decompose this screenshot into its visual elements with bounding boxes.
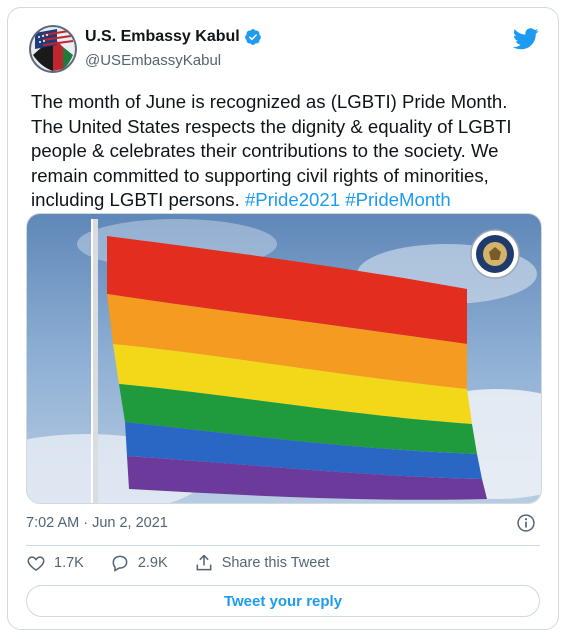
action-bar: 1.7K 2.9K Share this Tweet <box>26 553 355 573</box>
reply-icon <box>112 555 128 572</box>
tweet-image[interactable] <box>26 213 542 504</box>
tweet-card: U.S. Embassy Kabul @USEmbassyKabul The m… <box>7 7 559 630</box>
twitter-bird-icon[interactable] <box>513 28 539 50</box>
divider <box>26 545 540 546</box>
avatar[interactable] <box>29 25 77 73</box>
share-label: Share this Tweet <box>221 555 330 571</box>
tweet-timestamp[interactable]: 7:02 AM · Jun 2, 2021 <box>26 515 168 531</box>
reply-count: 2.9K <box>137 555 168 571</box>
display-name-text[interactable]: U.S. Embassy Kabul <box>85 28 240 46</box>
tweet-text: The month of June is recognized as (LGBT… <box>31 90 543 213</box>
display-name[interactable]: U.S. Embassy Kabul <box>85 28 262 46</box>
tweet-your-reply-button[interactable]: Tweet your reply <box>26 585 540 617</box>
hashtag-link[interactable]: #Pride2021 <box>245 189 340 210</box>
like-button[interactable]: 1.7K <box>26 553 84 573</box>
reply-button[interactable]: 2.9K <box>110 553 168 573</box>
user-handle[interactable]: @USEmbassyKabul <box>85 52 221 69</box>
hashtag-link[interactable]: #PrideMonth <box>345 189 450 210</box>
verified-badge-icon <box>244 29 261 45</box>
info-icon[interactable] <box>516 513 536 533</box>
share-button[interactable]: Share this Tweet <box>194 553 330 573</box>
like-count: 1.7K <box>54 555 84 571</box>
share-icon <box>196 554 212 571</box>
heart-icon <box>27 556 45 571</box>
